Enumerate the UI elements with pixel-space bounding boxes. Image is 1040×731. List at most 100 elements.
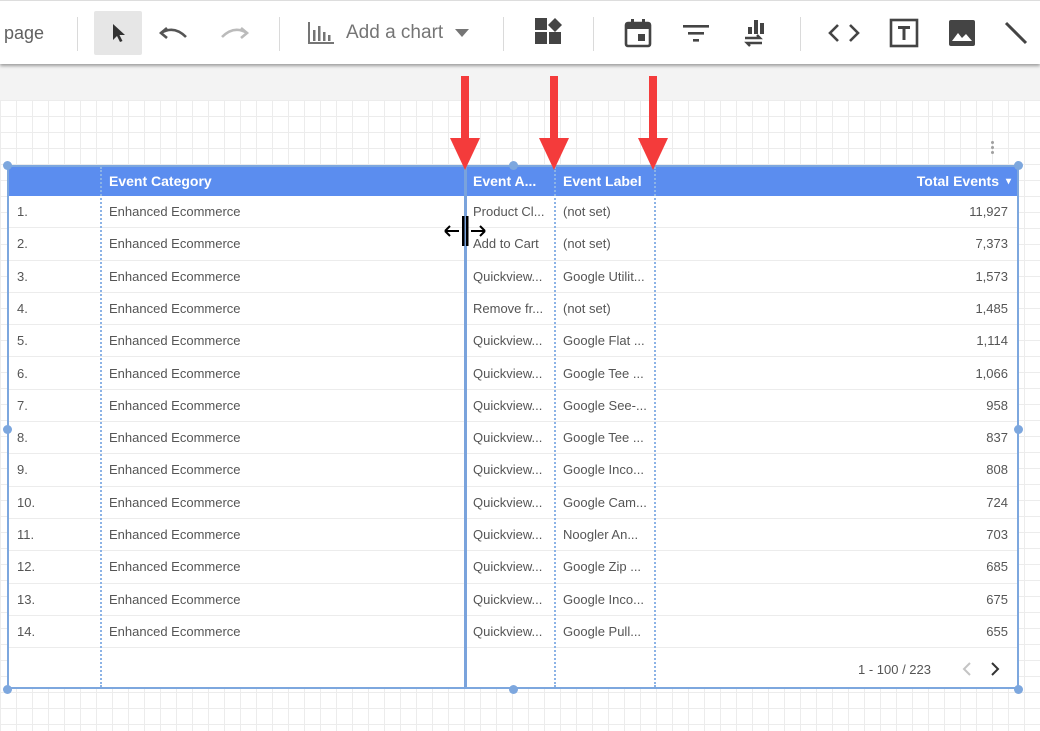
column-header-event-category[interactable]: Event Category	[101, 167, 465, 196]
cell-total-events: 837	[986, 430, 1008, 446]
table-body: 1. Enhanced Ecommerce Product Cl... (not se…	[9, 196, 1017, 656]
row-index: 9.	[17, 462, 28, 478]
table-row[interactable]: 11. Enhanced Ecommerce Quickview... Noogler…	[9, 519, 1017, 552]
cell-event-category: Enhanced Ecommerce	[109, 623, 241, 639]
cell-total-events: 958	[986, 397, 1008, 413]
cell-event-label: Google Tee ...	[563, 365, 644, 381]
cell-event-category: Enhanced Ecommerce	[109, 300, 241, 316]
resize-handle-top-right[interactable]	[1014, 161, 1023, 170]
table-row[interactable]: 2. Enhanced Ecommerce Add to Cart (not set)…	[9, 228, 1017, 261]
cell-event-action: Quickview...	[473, 494, 543, 510]
image-icon	[949, 20, 975, 46]
table-row[interactable]: 1. Enhanced Ecommerce Product Cl... (not se…	[9, 196, 1017, 229]
sort-descending-icon[interactable]: ▾	[1006, 167, 1011, 196]
redo-button[interactable]	[210, 1, 258, 65]
cell-event-category: Enhanced Ecommerce	[101, 648, 465, 656]
row-index: 6.	[17, 365, 28, 381]
text-box-button[interactable]	[880, 1, 928, 65]
cell-event-label: Google Ti...	[555, 648, 655, 656]
next-page-button[interactable]	[981, 655, 1009, 683]
cell-event-label: Google Flat ...	[563, 333, 645, 349]
table-row[interactable]: 5. Enhanced Ecommerce Quickview... Google F…	[9, 325, 1017, 358]
cell-event-category: Enhanced Ecommerce	[109, 268, 241, 284]
cell-event-category: Enhanced Ecommerce	[109, 494, 241, 510]
table-row[interactable]: 4. Enhanced Ecommerce Remove fr... (not set…	[9, 293, 1017, 326]
table-row[interactable]: 14. Enhanced Ecommerce Quickview... Google …	[9, 616, 1017, 649]
table-row[interactable]: 9. Enhanced Ecommerce Quickview... Google I…	[9, 454, 1017, 487]
cell-event-label: Google Inco...	[563, 591, 644, 607]
toolbar-divider	[800, 17, 801, 51]
cursor-arrow-icon	[113, 24, 125, 42]
page-menu[interactable]: page	[4, 1, 74, 65]
cell-event-label: Google Inco...	[563, 462, 644, 478]
cell-event-action: Quickview...	[465, 648, 555, 656]
column-divider[interactable]	[654, 167, 656, 687]
table-row[interactable]: 3. Enhanced Ecommerce Quickview... Google U…	[9, 261, 1017, 293]
add-chart-label: Add a chart	[346, 22, 444, 43]
chart-more-options-icon[interactable]	[988, 141, 996, 159]
annotation-arrow-icon	[638, 76, 668, 170]
cell-event-category: Enhanced Ecommerce	[109, 397, 241, 413]
cell-event-category: Enhanced Ecommerce	[109, 430, 241, 446]
table-row[interactable]: 7. Enhanced Ecommerce Quickview... Google S…	[9, 390, 1017, 423]
cell-event-category: Enhanced Ecommerce	[109, 527, 241, 542]
cell-event-category: Enhanced Ecommerce	[109, 559, 241, 575]
row-index: 3.	[17, 268, 28, 284]
table-chart[interactable]: Event Category Event A... Event Label To…	[7, 165, 1019, 689]
column-resize-cursor-icon	[444, 216, 486, 246]
cell-event-label: Noogler An...	[563, 527, 639, 542]
resize-handle-top[interactable]	[509, 161, 518, 170]
resize-handle-bottom-right[interactable]	[1014, 685, 1023, 694]
cell-total-events: 1,573	[975, 268, 1008, 284]
table-row[interactable]: 6. Enhanced Ecommerce Quickview... Google T…	[9, 358, 1017, 390]
resize-handle-bottom-left[interactable]	[3, 685, 12, 694]
cell-event-label: (not set)	[563, 236, 611, 252]
calendar-icon	[624, 19, 652, 48]
cell-event-label: Google Pull...	[563, 623, 642, 639]
previous-page-button[interactable]	[953, 655, 981, 683]
column-header-total-events[interactable]: Total Events ▾	[655, 167, 1017, 196]
community-visualizations-button[interactable]	[524, 1, 572, 65]
column-divider[interactable]	[554, 167, 556, 687]
row-index: 7.	[17, 397, 28, 413]
cell-event-category: Enhanced Ecommerce	[109, 462, 241, 478]
line-button[interactable]	[992, 1, 1040, 65]
row-index: 10.	[17, 494, 36, 510]
dropdown-arrow-icon	[455, 29, 470, 37]
cell-event-action: Quickview...	[473, 559, 543, 575]
select-tool-button[interactable]	[94, 11, 142, 55]
data-control-button[interactable]	[730, 1, 778, 65]
cell-total-events: 808	[986, 462, 1008, 478]
resize-handle-top-left[interactable]	[3, 161, 12, 170]
resize-handle-bottom[interactable]	[509, 685, 518, 694]
bar-chart-icon	[308, 22, 334, 44]
cell-total-events: 7,373	[975, 236, 1008, 252]
cell-total-events: 685	[986, 559, 1008, 575]
filter-control-button[interactable]	[672, 1, 720, 65]
toolbar-divider	[279, 17, 280, 51]
column-header-index	[9, 167, 101, 196]
annotation-arrow-icon	[450, 76, 480, 170]
cell-event-label: (not set)	[563, 204, 611, 219]
table-row[interactable]: 10. Enhanced Ecommerce Quickview... Google …	[9, 487, 1017, 519]
image-button[interactable]	[938, 1, 986, 65]
cell-event-category: Enhanced Ecommerce	[109, 365, 241, 381]
add-chart-button[interactable]: Add a chart	[306, 1, 482, 65]
resize-handle-left[interactable]	[3, 425, 12, 434]
cell-event-action: Quickview...	[473, 333, 543, 349]
cell-event-category: Enhanced Ecommerce	[109, 236, 241, 252]
text-box-icon	[889, 18, 919, 48]
pagination-range: 1 - 100 / 223	[858, 661, 931, 677]
table-row[interactable]: 8. Enhanced Ecommerce Quickview... Google T…	[9, 422, 1017, 455]
undo-button[interactable]	[150, 1, 198, 65]
cell-total-events: 1,114	[976, 333, 1008, 349]
table-row[interactable]: 12. Enhanced Ecommerce Quickview... Google …	[9, 551, 1017, 584]
embed-url-button[interactable]	[820, 1, 868, 65]
toolbar-divider	[503, 17, 504, 51]
resize-handle-right[interactable]	[1014, 425, 1023, 434]
code-icon	[828, 24, 860, 42]
date-range-control-button[interactable]	[614, 1, 662, 65]
canvas-top-strip	[0, 64, 1040, 100]
table-row[interactable]: 13. Enhanced Ecommerce Quickview... Google …	[9, 584, 1017, 616]
cell-total-events: 655	[986, 623, 1008, 639]
